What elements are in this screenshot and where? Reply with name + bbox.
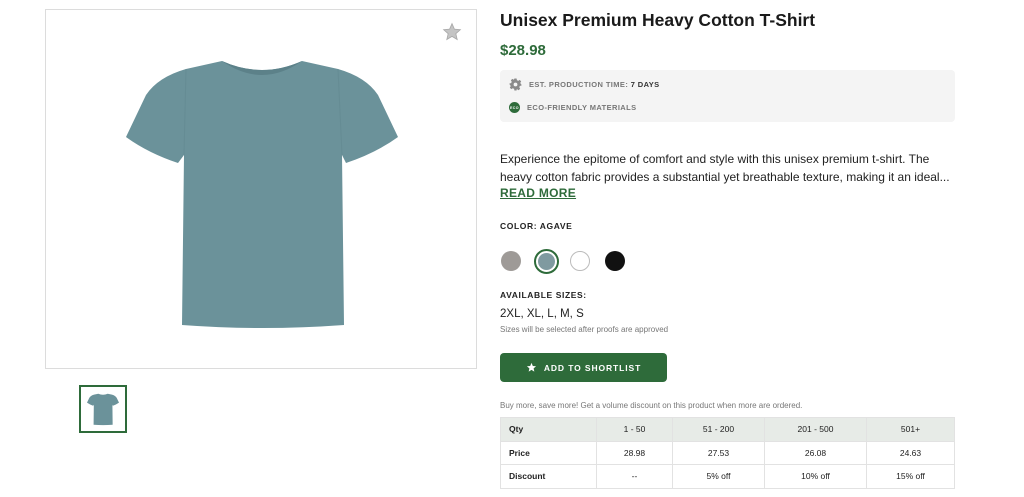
table-row: Qty 1 - 50 51 - 200 201 - 500 501+	[500, 417, 955, 442]
table-header-cell: 201 - 500	[764, 417, 867, 442]
product-main-image	[45, 9, 477, 369]
tshirt-image	[126, 61, 398, 328]
table-row: Price 28.98 27.53 26.08 24.63	[500, 440, 955, 465]
table-header-cell: Qty	[500, 417, 597, 442]
table-cell: Price	[500, 440, 597, 465]
production-info-panel: EST. PRODUCTION TIME: 7 DAYS ECO ECO-FRI…	[500, 70, 955, 122]
sizes-note: Sizes will be selected after proofs are …	[500, 325, 669, 334]
table-cell: 26.08	[764, 440, 867, 465]
swatch-gray[interactable]	[501, 251, 521, 271]
swatch-white[interactable]	[570, 251, 590, 271]
production-time-row: EST. PRODUCTION TIME: 7 DAYS	[509, 78, 660, 91]
production-time-label: EST. PRODUCTION TIME:	[529, 80, 629, 89]
table-cell: Discount	[500, 464, 597, 489]
eco-row: ECO ECO-FRIENDLY MATERIALS	[509, 102, 637, 113]
production-time-value: 7 DAYS	[630, 80, 660, 89]
table-header-cell: 1 - 50	[596, 417, 673, 442]
add-to-shortlist-button[interactable]: ADD TO SHORTLIST	[500, 353, 667, 382]
description-line-1: Experience the epitome of comfort and st…	[500, 152, 930, 166]
table-cell: 28.98	[596, 440, 673, 465]
favorite-star-icon[interactable]	[442, 22, 462, 42]
table-cell: 10% off	[764, 464, 867, 489]
sizes-value: 2XL, XL, L, M, S	[500, 308, 584, 320]
gear-icon	[509, 78, 522, 91]
product-title: Unisex Premium Heavy Cotton T-Shirt	[500, 10, 816, 30]
table-header-cell: 501+	[866, 417, 955, 442]
volume-discount-table: Qty 1 - 50 51 - 200 201 - 500 501+ Price…	[500, 417, 955, 489]
table-cell: --	[596, 464, 673, 489]
volume-discount-note: Buy more, save more! Get a volume discou…	[500, 401, 803, 410]
table-cell: 24.63	[866, 440, 955, 465]
description-line-2: heavy cotton fabric provides a substanti…	[500, 169, 950, 184]
color-label: COLOR: AGAVE	[500, 221, 573, 231]
thumbnail-image[interactable]	[79, 385, 127, 433]
swatch-black[interactable]	[605, 251, 625, 271]
table-row: Discount -- 5% off 10% off 15% off	[500, 464, 955, 489]
read-more-link[interactable]: READ MORE	[500, 186, 576, 200]
color-swatches	[500, 249, 640, 274]
star-icon	[526, 362, 536, 372]
sizes-label: AVAILABLE SIZES:	[500, 290, 587, 300]
eco-label: ECO-FRIENDLY MATERIALS	[527, 103, 637, 112]
product-price: $28.98	[500, 42, 546, 59]
table-header-cell: 51 - 200	[672, 417, 765, 442]
product-description: Experience the epitome of comfort and st…	[500, 151, 955, 186]
eco-icon: ECO	[509, 102, 520, 113]
table-cell: 15% off	[866, 464, 955, 489]
table-cell: 27.53	[672, 440, 765, 465]
shortlist-label: ADD TO SHORTLIST	[543, 362, 642, 373]
swatch-agave[interactable]	[534, 249, 559, 274]
tshirt-thumbnail-icon	[87, 393, 119, 426]
table-cell: 5% off	[672, 464, 765, 489]
